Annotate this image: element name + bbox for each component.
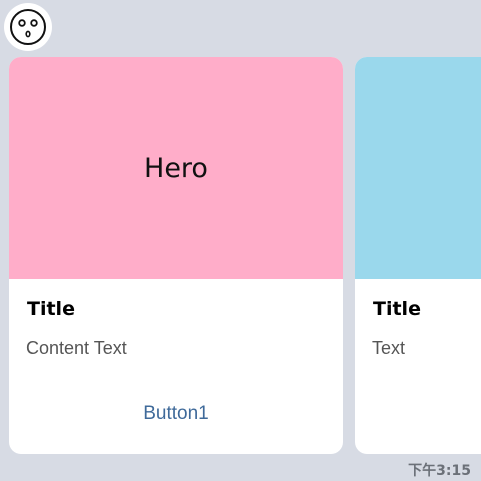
- card-content-text: Text: [372, 338, 406, 358]
- card-hero: [355, 57, 481, 279]
- card-content-text: Content Text: [26, 338, 127, 358]
- screen: Hero Title Content Text Button1 Title Te…: [0, 0, 481, 481]
- status-time: 下午3:15: [408, 463, 471, 479]
- avatar[interactable]: [4, 3, 52, 51]
- face-icon: [10, 9, 46, 45]
- card-title: Title: [373, 298, 421, 320]
- card-hero: Hero: [9, 57, 343, 279]
- card-1[interactable]: Hero Title Content Text Button1: [9, 57, 343, 454]
- card-title: Title: [27, 298, 75, 320]
- card-2[interactable]: Title Text: [355, 57, 481, 454]
- hero-label: Hero: [144, 152, 208, 184]
- card-button-1[interactable]: Button1: [9, 403, 343, 425]
